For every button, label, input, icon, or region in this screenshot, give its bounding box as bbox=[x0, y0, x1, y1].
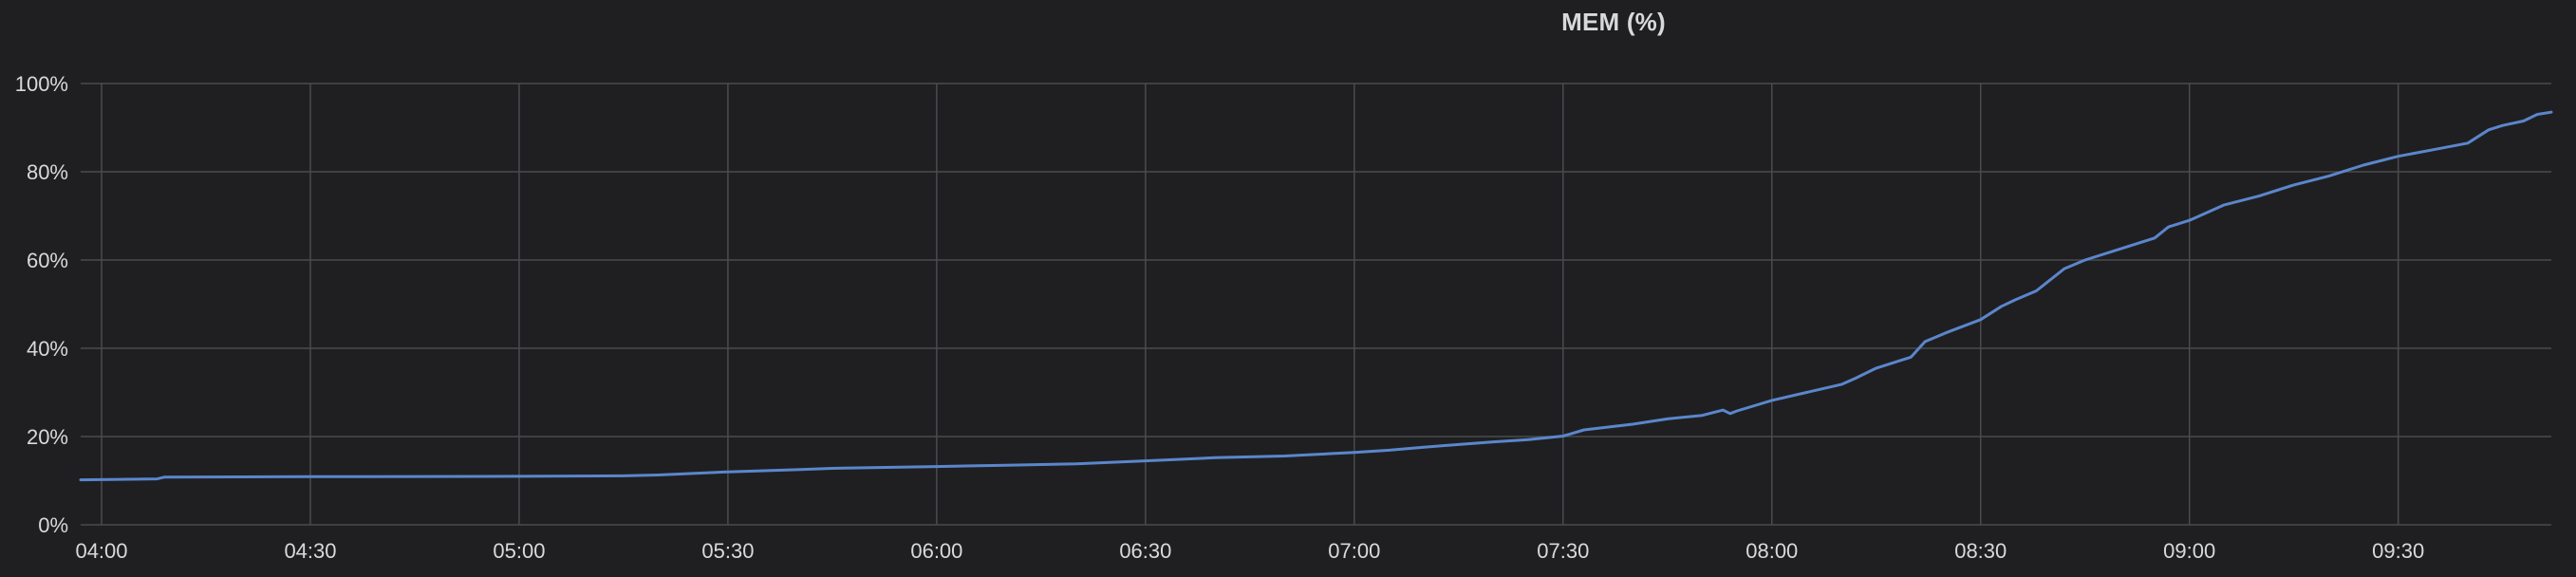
x-tick-label: 07:00 bbox=[1328, 539, 1380, 563]
y-tick-label: 60% bbox=[27, 249, 68, 272]
y-tick-label: 20% bbox=[27, 425, 68, 449]
x-tick-label: 06:30 bbox=[1119, 539, 1171, 563]
x-tick-label: 09:30 bbox=[2372, 539, 2424, 563]
x-tick-label: 09:00 bbox=[2163, 539, 2215, 563]
x-tick-label: 08:30 bbox=[1954, 539, 2007, 563]
line-chart: 0%20%40%60%80%100% 04:00 04:30 05:00 05:30 0… bbox=[15, 72, 2553, 563]
x-tick-label: 05:30 bbox=[701, 539, 754, 563]
y-tick-label: 40% bbox=[27, 337, 68, 361]
x-tick-label: 05:00 bbox=[493, 539, 545, 563]
grid bbox=[81, 83, 2551, 526]
series-group bbox=[79, 110, 2553, 482]
x-tick-label: 08:00 bbox=[1745, 539, 1798, 563]
x-tick-label: 04:30 bbox=[284, 539, 336, 563]
chart-panel: MEM (%) 0% 20% 40% 60% 80% 100% 04:00 04:30 05:… bbox=[0, 0, 2576, 577]
y-tick-label: 100% bbox=[15, 72, 68, 96]
x-axis: 04:00 04:30 05:00 05:30 06:00 06:30 07:00 07:30… bbox=[75, 539, 2424, 563]
x-tick-label: 07:30 bbox=[1537, 539, 1589, 563]
y-tick-label: 80% bbox=[27, 160, 68, 184]
y-tick-label: 0% bbox=[38, 513, 68, 537]
y-axis: 0% 20% 40% 60% 80% 100% bbox=[15, 72, 68, 537]
x-tick-label: 06:00 bbox=[910, 539, 962, 563]
series-line-0 bbox=[79, 110, 2553, 482]
x-tick-label: 04:00 bbox=[75, 539, 127, 563]
